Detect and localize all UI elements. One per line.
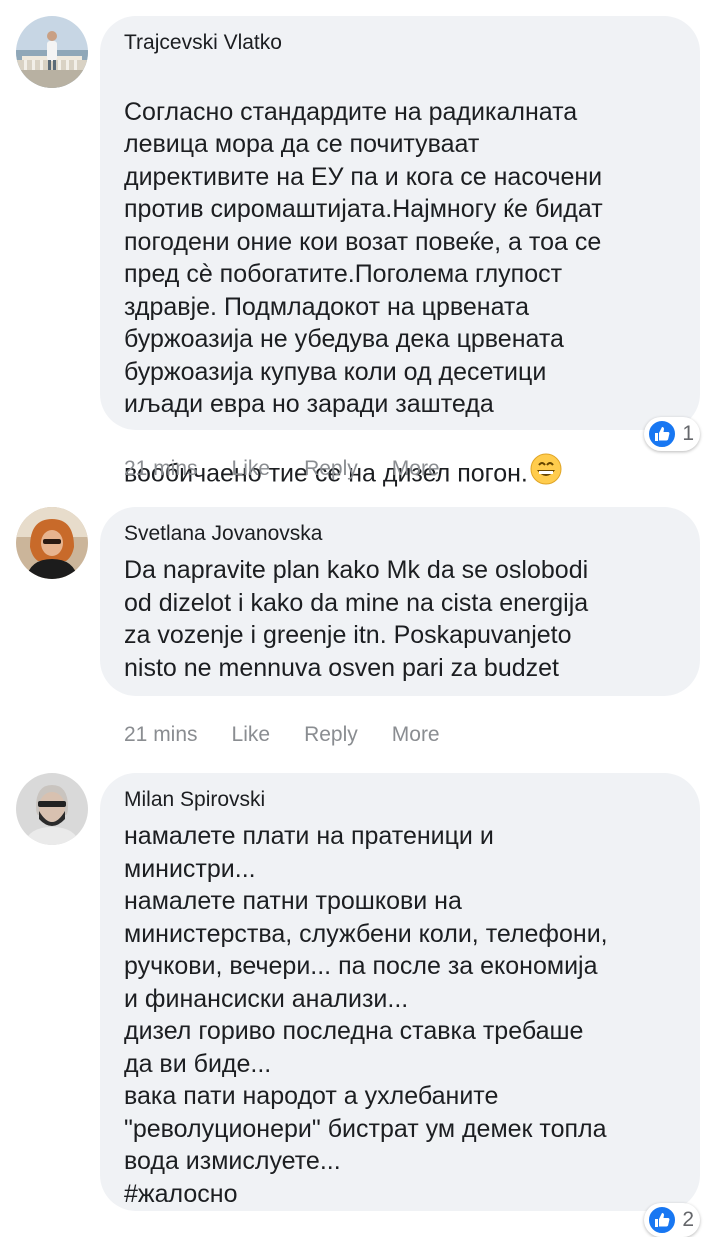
- comment-text: намалете плати на пратеници и министри..…: [124, 822, 608, 1208]
- comment-actions: 21 mins Like Reply More: [124, 723, 474, 747]
- comment-bubble[interactable]: Milan Spirovski намалете плати на пратен…: [100, 773, 700, 1211]
- comment-actions: 21 mins Like Reply More: [124, 457, 474, 481]
- grinning-face-emoji-icon: [530, 421, 562, 494]
- comment-bubble[interactable]: Svetlana Jovanovska Da napravite plan ka…: [100, 507, 700, 696]
- like-reaction-icon: [647, 1205, 678, 1235]
- timestamp[interactable]: 21 mins: [124, 457, 198, 481]
- comment-author[interactable]: Milan Spirovski: [124, 787, 676, 813]
- comment-author[interactable]: Svetlana Jovanovska: [124, 521, 676, 547]
- timestamp[interactable]: 21 mins: [124, 723, 198, 747]
- like-reaction-icon: [647, 419, 678, 449]
- reaction-count: 2: [682, 1208, 694, 1231]
- reaction-count: 1: [682, 422, 694, 445]
- more-link[interactable]: More: [392, 457, 440, 481]
- like-link[interactable]: Like: [232, 723, 271, 747]
- comment-text: Da napravite plan kako Mk da se oslobodi…: [124, 556, 589, 682]
- avatar[interactable]: [16, 773, 88, 845]
- more-link[interactable]: More: [392, 723, 440, 747]
- reactions-summary[interactable]: 1: [644, 417, 700, 451]
- reply-link[interactable]: Reply: [304, 457, 358, 481]
- comment-bubble[interactable]: Trajcevski Vlatko Согласно стандардите н…: [100, 16, 700, 487]
- comment-author[interactable]: Trajcevski Vlatko: [124, 30, 676, 56]
- avatar[interactable]: [16, 16, 88, 88]
- like-link[interactable]: Like: [232, 457, 271, 481]
- avatar[interactable]: [16, 507, 88, 579]
- reply-link[interactable]: Reply: [304, 723, 358, 747]
